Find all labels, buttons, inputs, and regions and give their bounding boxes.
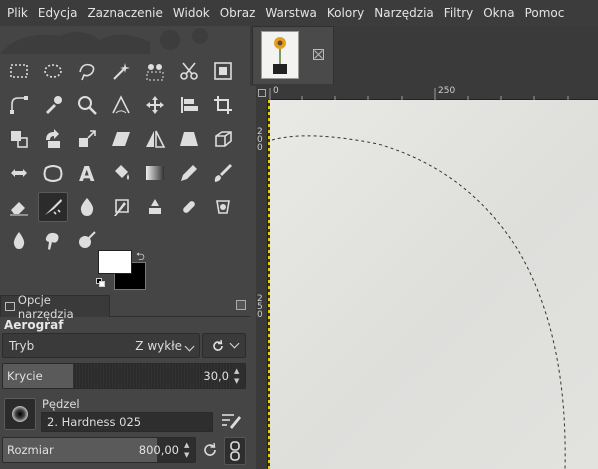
chevron-down-icon: [184, 341, 195, 351]
bucket-fill-icon[interactable]: [106, 158, 136, 188]
tab-tool-options[interactable]: Opcje narzędzia: [0, 293, 110, 321]
vruler-label: 250: [257, 294, 263, 320]
tool-name: Aerograf: [4, 318, 64, 332]
opacity-label: Krycie: [7, 369, 43, 383]
measure-icon[interactable]: [106, 90, 136, 120]
size-spin-icon[interactable]: ▲ ▼: [184, 440, 192, 460]
menu-view[interactable]: Widok: [173, 6, 210, 20]
opacity-value: 30,0: [203, 369, 229, 383]
quick-mask-toggle[interactable]: [256, 86, 268, 100]
chain-link-icon[interactable]: [224, 437, 246, 465]
eraser-icon[interactable]: [4, 192, 34, 222]
menu-windows[interactable]: Okna: [483, 6, 514, 20]
image-tabs: [250, 26, 598, 86]
smudge-icon[interactable]: [38, 226, 68, 256]
mode-reset-combo[interactable]: [202, 333, 246, 358]
horizontal-ruler[interactable]: 0 250: [268, 86, 598, 100]
reset-size-icon[interactable]: [200, 440, 220, 460]
menu-tools[interactable]: Narzędzia: [374, 6, 434, 20]
crop-icon[interactable]: [208, 90, 238, 120]
align-icon[interactable]: [174, 90, 204, 120]
size-label: Rozmiar: [7, 443, 54, 457]
menu-image[interactable]: Obraz: [220, 6, 256, 20]
tool-options-tab-icon: [5, 302, 15, 311]
unified-transform-icon[interactable]: [4, 124, 34, 154]
mode-value: Z wykłe: [135, 338, 182, 353]
airbrush-icon[interactable]: [38, 192, 68, 222]
size-slider[interactable]: Rozmiar 800,00 ▲ ▼: [2, 437, 196, 463]
gradient-icon[interactable]: [140, 158, 170, 188]
menu-colors[interactable]: Kolory: [327, 6, 364, 20]
menu-help[interactable]: Pomoc: [525, 6, 565, 20]
mypaint-brush-icon[interactable]: [106, 192, 136, 222]
brush-name-field[interactable]: 2. Hardness 025: [41, 412, 213, 432]
image-canvas[interactable]: [268, 100, 598, 469]
ink-icon[interactable]: [72, 192, 102, 222]
ellipse-select-icon[interactable]: [38, 56, 68, 86]
canvas-boundary: [268, 100, 270, 469]
tab-menu-icon[interactable]: [236, 300, 246, 310]
blur-icon[interactable]: [4, 226, 34, 256]
brush-label: Pędzel: [42, 397, 80, 411]
scissors-select-icon[interactable]: [174, 56, 204, 86]
opacity-slider[interactable]: Krycie 30,0 ▲ ▼: [2, 363, 246, 389]
chevron-down-icon: [229, 338, 239, 349]
tool-options-tabbar: Opcje narzędzia: [0, 293, 250, 321]
pencil-icon[interactable]: [174, 158, 204, 188]
color-picker-icon[interactable]: [38, 90, 68, 120]
color-area: ⮌: [96, 248, 152, 292]
perspective-clone-icon[interactable]: [208, 192, 238, 222]
perspective-icon[interactable]: [174, 124, 204, 154]
vruler-label: 200: [257, 127, 263, 153]
foreground-color-swatch[interactable]: [98, 250, 132, 274]
image-thumbnail: [261, 31, 299, 79]
mode-label: Tryb: [9, 338, 35, 353]
clone-icon[interactable]: [140, 192, 170, 222]
menu-select[interactable]: Zaznaczenie: [87, 6, 162, 20]
wilber-drop-area[interactable]: [0, 26, 250, 54]
tab-tool-options-label: Opcje narzędzia: [17, 292, 74, 321]
text-icon[interactable]: A: [72, 158, 102, 188]
fuzzy-select-icon[interactable]: [106, 56, 136, 86]
foreground-select-icon[interactable]: [208, 56, 238, 86]
menu-filters[interactable]: Filtry: [444, 6, 473, 20]
mode-combo[interactable]: Tryb Z wykłe: [2, 333, 200, 358]
selection-outline: [271, 135, 566, 469]
select-by-color-icon[interactable]: [140, 56, 170, 86]
warp-icon[interactable]: [4, 158, 34, 188]
default-colors-icon[interactable]: [96, 278, 106, 288]
svg-text:A: A: [79, 162, 95, 184]
shear-icon[interactable]: [106, 124, 136, 154]
scale-icon[interactable]: [72, 124, 102, 154]
move-icon[interactable]: [140, 90, 170, 120]
close-image-icon[interactable]: [313, 49, 324, 60]
rect-select-icon[interactable]: [4, 56, 34, 86]
menu-edit[interactable]: Edycja: [38, 6, 78, 20]
edit-brush-icon[interactable]: [220, 409, 242, 431]
paths-icon[interactable]: [4, 90, 34, 120]
rotate-icon[interactable]: [38, 124, 68, 154]
swap-colors-icon[interactable]: ⮌: [136, 248, 145, 267]
size-value: 800,00: [138, 443, 179, 457]
reset-icon: [212, 339, 223, 351]
menubar: Plik Edycja Zaznaczenie Widok Obraz Wars…: [0, 0, 598, 26]
flip-icon[interactable]: [140, 124, 170, 154]
brush-shape-icon: [12, 406, 28, 422]
paintbrush-icon[interactable]: [208, 158, 238, 188]
cage-icon[interactable]: [38, 158, 68, 188]
zoom-icon[interactable]: [72, 90, 102, 120]
vertical-ruler[interactable]: 200 250: [256, 100, 268, 469]
menu-file[interactable]: Plik: [7, 6, 28, 20]
heal-icon[interactable]: [174, 192, 204, 222]
brush-preview[interactable]: [4, 398, 36, 430]
3d-transform-icon[interactable]: [208, 124, 238, 154]
free-select-icon[interactable]: [72, 56, 102, 86]
menu-layer[interactable]: Warstwa: [265, 6, 317, 20]
image-tab[interactable]: [252, 26, 334, 84]
opacity-spin-icon[interactable]: ▲ ▼: [234, 366, 242, 386]
